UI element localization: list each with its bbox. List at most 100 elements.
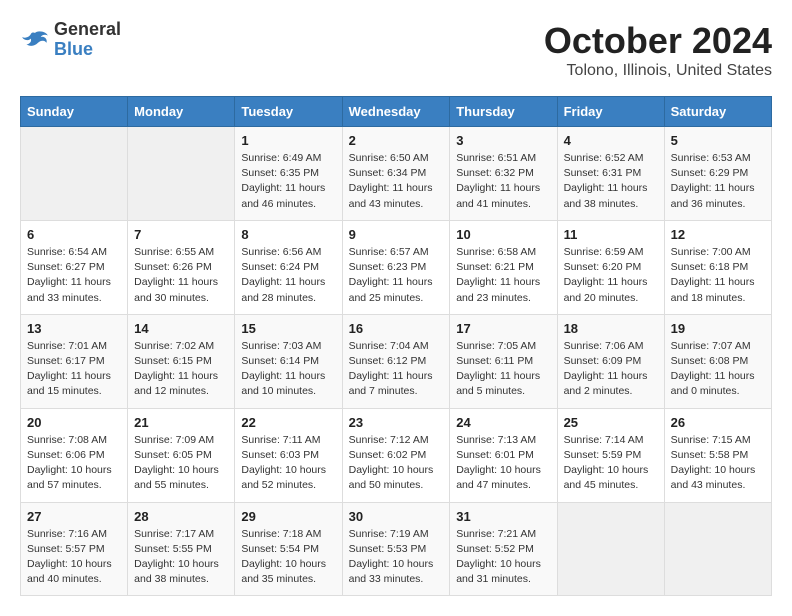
- page-header: General Blue October 2024 Tolono, Illino…: [20, 20, 772, 80]
- calendar-cell: 13 Sunrise: 7:01 AMSunset: 6:17 PMDayligh…: [21, 314, 128, 408]
- day-info: Sunrise: 6:56 AMSunset: 6:24 PMDaylight:…: [241, 245, 335, 306]
- header-tuesday: Tuesday: [235, 97, 342, 127]
- day-number: 13: [27, 321, 121, 336]
- day-info: Sunrise: 7:01 AMSunset: 6:17 PMDaylight:…: [27, 339, 121, 400]
- day-info: Sunrise: 6:51 AMSunset: 6:32 PMDaylight:…: [456, 151, 550, 212]
- logo-general: General: [54, 20, 121, 40]
- day-info: Sunrise: 7:03 AMSunset: 6:14 PMDaylight:…: [241, 339, 335, 400]
- calendar-cell: 4 Sunrise: 6:52 AMSunset: 6:31 PMDaylight…: [557, 127, 664, 221]
- day-number: 24: [456, 415, 550, 430]
- day-info: Sunrise: 7:09 AMSunset: 6:05 PMDaylight:…: [134, 433, 228, 494]
- day-info: Sunrise: 6:53 AMSunset: 6:29 PMDaylight:…: [671, 151, 765, 212]
- calendar-cell: 10 Sunrise: 6:58 AMSunset: 6:21 PMDayligh…: [450, 220, 557, 314]
- calendar-cell: [557, 502, 664, 596]
- logo-blue: Blue: [54, 40, 121, 60]
- calendar-week-2: 13 Sunrise: 7:01 AMSunset: 6:17 PMDayligh…: [21, 314, 772, 408]
- title-section: October 2024 Tolono, Illinois, United St…: [544, 20, 772, 80]
- day-number: 3: [456, 133, 550, 148]
- day-info: Sunrise: 7:19 AMSunset: 5:53 PMDaylight:…: [349, 527, 444, 588]
- day-info: Sunrise: 7:07 AMSunset: 6:08 PMDaylight:…: [671, 339, 765, 400]
- day-info: Sunrise: 7:21 AMSunset: 5:52 PMDaylight:…: [456, 527, 550, 588]
- day-number: 26: [671, 415, 765, 430]
- calendar-cell: 11Sunrise: 6:59 AMSunset: 6:20 PMDayligh…: [557, 220, 664, 314]
- calendar-cell: 20 Sunrise: 7:08 AMSunset: 6:06 PMDayligh…: [21, 408, 128, 502]
- day-info: Sunrise: 7:11 AMSunset: 6:03 PMDaylight:…: [241, 433, 335, 494]
- calendar-cell: 19 Sunrise: 7:07 AMSunset: 6:08 PMDayligh…: [664, 314, 771, 408]
- calendar-cell: 27Sunrise: 7:16 AMSunset: 5:57 PMDayligh…: [21, 502, 128, 596]
- calendar-cell: 15 Sunrise: 7:03 AMSunset: 6:14 PMDayligh…: [235, 314, 342, 408]
- day-number: 6: [27, 227, 121, 242]
- day-number: 8: [241, 227, 335, 242]
- calendar-week-0: 1Sunrise: 6:49 AMSunset: 6:35 PMDaylight…: [21, 127, 772, 221]
- day-info: Sunrise: 7:00 AMSunset: 6:18 PMDaylight:…: [671, 245, 765, 306]
- logo: General Blue: [20, 20, 121, 60]
- logo-icon: [20, 30, 50, 50]
- day-number: 25: [564, 415, 658, 430]
- header-friday: Friday: [557, 97, 664, 127]
- day-number: 14: [134, 321, 228, 336]
- day-number: 9: [349, 227, 444, 242]
- calendar-week-4: 27Sunrise: 7:16 AMSunset: 5:57 PMDayligh…: [21, 502, 772, 596]
- day-number: 19: [671, 321, 765, 336]
- calendar-cell: 25 Sunrise: 7:14 AMSunset: 5:59 PMDayligh…: [557, 408, 664, 502]
- day-info: Sunrise: 6:57 AMSunset: 6:23 PMDaylight:…: [349, 245, 444, 306]
- day-info: Sunrise: 6:58 AMSunset: 6:21 PMDaylight:…: [456, 245, 550, 306]
- calendar-cell: 26 Sunrise: 7:15 AMSunset: 5:58 PMDayligh…: [664, 408, 771, 502]
- day-number: 17: [456, 321, 550, 336]
- day-info: Sunrise: 7:14 AMSunset: 5:59 PMDaylight:…: [564, 433, 658, 494]
- day-number: 5: [671, 133, 765, 148]
- day-number: 15: [241, 321, 335, 336]
- day-info: Sunrise: 6:55 AMSunset: 6:26 PMDaylight:…: [134, 245, 228, 306]
- day-number: 4: [564, 133, 658, 148]
- calendar-cell: 14 Sunrise: 7:02 AMSunset: 6:15 PMDayligh…: [128, 314, 235, 408]
- day-info: Sunrise: 7:13 AMSunset: 6:01 PMDaylight:…: [456, 433, 550, 494]
- header-sunday: Sunday: [21, 97, 128, 127]
- day-info: Sunrise: 6:52 AMSunset: 6:31 PMDaylight:…: [564, 151, 658, 212]
- day-info: Sunrise: 6:50 AMSunset: 6:34 PMDaylight:…: [349, 151, 444, 212]
- day-info: Sunrise: 7:17 AMSunset: 5:55 PMDaylight:…: [134, 527, 228, 588]
- day-number: 30: [349, 509, 444, 524]
- day-number: 29: [241, 509, 335, 524]
- day-number: 1: [241, 133, 335, 148]
- day-number: 31: [456, 509, 550, 524]
- calendar-cell: [128, 127, 235, 221]
- day-number: 28: [134, 509, 228, 524]
- calendar-cell: 23Sunrise: 7:12 AMSunset: 6:02 PMDayligh…: [342, 408, 450, 502]
- day-info: Sunrise: 6:54 AMSunset: 6:27 PMDaylight:…: [27, 245, 121, 306]
- page-subtitle: Tolono, Illinois, United States: [544, 62, 772, 80]
- day-info: Sunrise: 7:08 AMSunset: 6:06 PMDaylight:…: [27, 433, 121, 494]
- calendar-cell: 30 Sunrise: 7:19 AMSunset: 5:53 PMDayligh…: [342, 502, 450, 596]
- day-number: 16: [349, 321, 444, 336]
- calendar-header-row: SundayMondayTuesdayWednesdayThursdayFrid…: [21, 97, 772, 127]
- calendar-cell: 24 Sunrise: 7:13 AMSunset: 6:01 PMDayligh…: [450, 408, 557, 502]
- day-info: Sunrise: 6:59 AMSunset: 6:20 PMDaylight:…: [564, 245, 658, 306]
- day-info: Sunrise: 7:02 AMSunset: 6:15 PMDaylight:…: [134, 339, 228, 400]
- calendar-cell: 21Sunrise: 7:09 AMSunset: 6:05 PMDayligh…: [128, 408, 235, 502]
- calendar-cell: 18 Sunrise: 7:06 AMSunset: 6:09 PMDayligh…: [557, 314, 664, 408]
- day-number: 7: [134, 227, 228, 242]
- day-info: Sunrise: 7:18 AMSunset: 5:54 PMDaylight:…: [241, 527, 335, 588]
- calendar-cell: [21, 127, 128, 221]
- day-number: 10: [456, 227, 550, 242]
- calendar-cell: 3 Sunrise: 6:51 AMSunset: 6:32 PMDaylight…: [450, 127, 557, 221]
- day-number: 20: [27, 415, 121, 430]
- day-number: 12: [671, 227, 765, 242]
- day-number: 18: [564, 321, 658, 336]
- calendar-cell: 5 Sunrise: 6:53 AMSunset: 6:29 PMDaylight…: [664, 127, 771, 221]
- calendar-week-3: 20 Sunrise: 7:08 AMSunset: 6:06 PMDayligh…: [21, 408, 772, 502]
- calendar-cell: 17Sunrise: 7:05 AMSunset: 6:11 PMDayligh…: [450, 314, 557, 408]
- calendar-cell: 1Sunrise: 6:49 AMSunset: 6:35 PMDaylight…: [235, 127, 342, 221]
- calendar-week-1: 6 Sunrise: 6:54 AMSunset: 6:27 PMDaylight…: [21, 220, 772, 314]
- header-thursday: Thursday: [450, 97, 557, 127]
- day-info: Sunrise: 7:06 AMSunset: 6:09 PMDaylight:…: [564, 339, 658, 400]
- header-wednesday: Wednesday: [342, 97, 450, 127]
- header-saturday: Saturday: [664, 97, 771, 127]
- page-title: October 2024: [544, 20, 772, 62]
- calendar-table: SundayMondayTuesdayWednesdayThursdayFrid…: [20, 96, 772, 596]
- day-info: Sunrise: 7:15 AMSunset: 5:58 PMDaylight:…: [671, 433, 765, 494]
- calendar-cell: 8 Sunrise: 6:56 AMSunset: 6:24 PMDaylight…: [235, 220, 342, 314]
- day-info: Sunrise: 7:16 AMSunset: 5:57 PMDaylight:…: [27, 527, 121, 588]
- day-number: 23: [349, 415, 444, 430]
- day-number: 22: [241, 415, 335, 430]
- calendar-cell: [664, 502, 771, 596]
